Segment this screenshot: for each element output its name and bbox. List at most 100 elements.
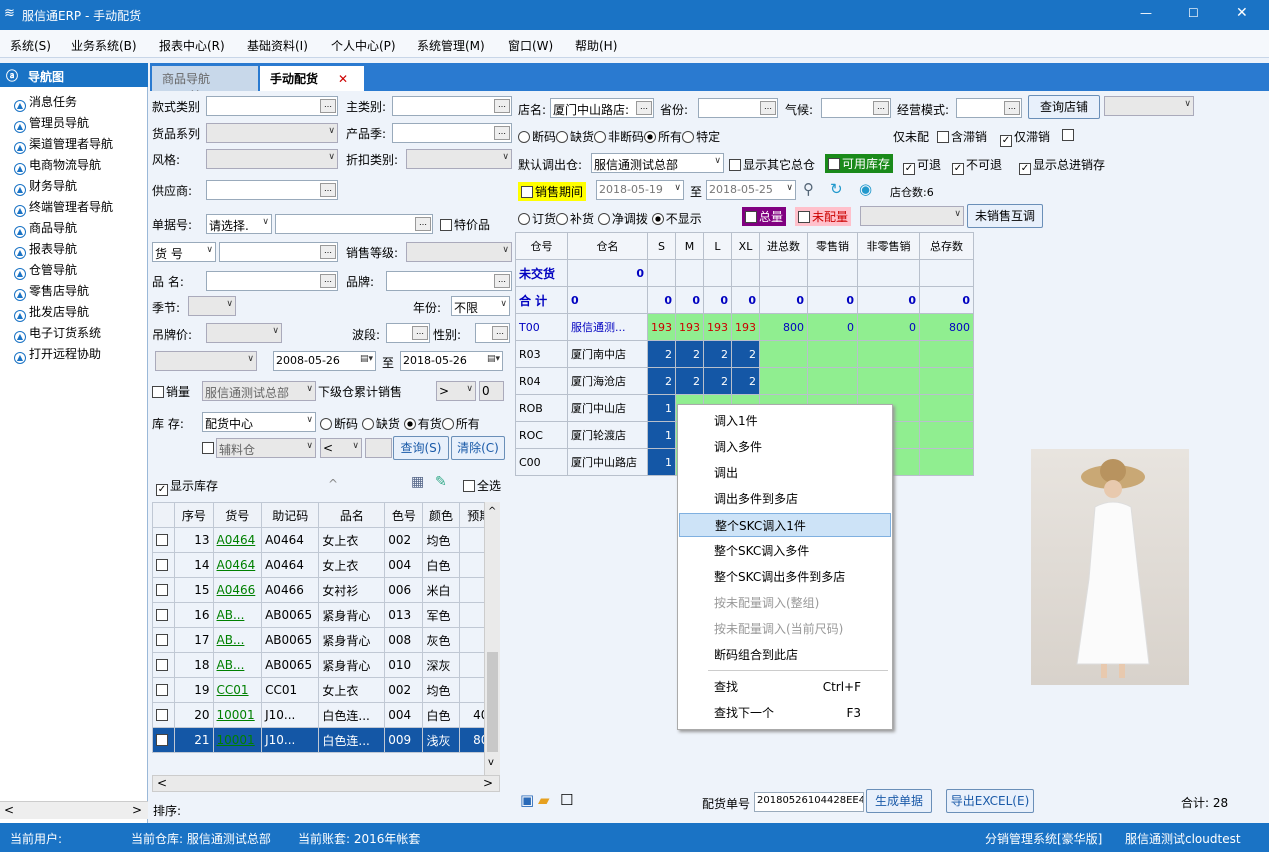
wave-field[interactable]: … <box>386 323 430 343</box>
cell[interactable] <box>759 259 808 287</box>
col-header[interactable]: 助记码 <box>261 502 320 528</box>
menu-personal[interactable]: 个人中心(P) <box>331 37 396 54</box>
tool-icon[interactable]: ▦ <box>411 474 424 490</box>
table-row[interactable]: 16AB...AB0065紧身背心013军色5 <box>151 602 501 628</box>
cell[interactable]: T00 <box>515 313 568 341</box>
sales-level-select[interactable]: ∨ <box>406 242 512 262</box>
supplier-field[interactable]: … <box>206 180 338 200</box>
style-cat-field[interactable]: … <box>206 96 338 116</box>
col-header[interactable]: 颜色 <box>422 502 460 528</box>
cell[interactable]: 2 <box>731 367 760 395</box>
refresh-icon[interactable]: ↻ <box>830 180 843 198</box>
goods-link[interactable]: A0464 <box>212 552 263 578</box>
aux-qty-field[interactable] <box>365 438 392 458</box>
minimize-button[interactable]: — <box>1140 6 1152 20</box>
cell[interactable]: 0 <box>703 286 732 314</box>
row-checkbox[interactable] <box>151 577 176 603</box>
cell[interactable]: 0 <box>919 286 974 314</box>
cell[interactable]: R04 <box>515 367 568 395</box>
cell[interactable]: 0 <box>807 286 858 314</box>
context-menu-item[interactable]: 查找 Ctrl+F <box>679 675 891 699</box>
returnable-checkbox[interactable]: ✓ 可退 <box>903 156 941 175</box>
table-row[interactable]: 2010001J10...白色连...004白色400 <box>151 702 501 728</box>
goods-link[interactable]: A0464 <box>212 527 263 553</box>
goods-link[interactable]: A0466 <box>212 577 263 603</box>
cell[interactable]: 2 <box>675 340 704 368</box>
tag-price-select[interactable]: ∨ <box>206 323 282 343</box>
context-menu-item[interactable]: 整个SKC调入多件 <box>679 539 891 563</box>
date-from-field[interactable]: 2008-05-26 ▤▾ <box>273 351 376 371</box>
ellipsis-icon[interactable]: … <box>494 99 510 113</box>
cell[interactable]: 800 <box>919 313 974 341</box>
menu-help[interactable]: 帮助(H) <box>575 37 617 54</box>
table-row[interactable]: T00 服信通测... 193 193 193 193 800 0 0 800 <box>515 313 974 341</box>
mode-radios[interactable]: 订货 补货 净调拨 不显示 <box>518 210 702 227</box>
cell[interactable] <box>919 394 974 422</box>
goods-link[interactable]: AB... <box>212 652 263 678</box>
ellipsis-icon[interactable]: … <box>320 99 336 113</box>
biz-mode-field[interactable]: … <box>956 98 1022 118</box>
nav-item[interactable]: ▲ 渠道管理者导航 <box>14 135 113 154</box>
cell[interactable] <box>857 259 920 287</box>
row-checkbox[interactable] <box>151 652 176 678</box>
date-type-select[interactable]: ∨ <box>155 351 257 371</box>
table-row[interactable]: 14A0464A0464女上衣004白色1 <box>151 552 501 578</box>
nav-item[interactable]: ▲ 终端管理者导航 <box>14 198 113 217</box>
cell[interactable]: 0 <box>857 286 920 314</box>
col-header[interactable]: 仓名 <box>567 232 648 260</box>
cell[interactable]: 2 <box>731 340 760 368</box>
province-field[interactable]: … <box>698 98 778 118</box>
cell[interactable]: 193 <box>675 313 704 341</box>
cell[interactable]: 2 <box>675 367 704 395</box>
nav-header[interactable]: ⓐ 导航图 <box>0 63 148 87</box>
cell[interactable]: 193 <box>731 313 760 341</box>
cell[interactable]: 未交货 <box>515 259 568 287</box>
sales-store-select[interactable]: 服信通测试总部 ∨ <box>202 381 316 401</box>
only-stagnant-checkbox[interactable]: ✓ 仅滞销 <box>1000 128 1050 147</box>
col-header[interactable]: 总存数 <box>919 232 974 260</box>
ellipsis-icon[interactable]: … <box>415 217 431 231</box>
scroll-left-icon[interactable]: < <box>4 803 14 817</box>
product-name-field[interactable]: … <box>206 271 338 291</box>
cell[interactable]: 厦门南中店 <box>567 340 648 368</box>
menu-reports[interactable]: 报表中心(R) <box>159 37 225 54</box>
cell[interactable] <box>919 340 974 368</box>
aux-checkbox[interactable] <box>202 441 216 455</box>
goods-series-select[interactable]: ∨ <box>206 123 338 143</box>
sales-qty-field[interactable]: 0 <box>479 381 504 401</box>
default-wh-select[interactable]: 服信通测试总部 ∨ <box>591 153 724 173</box>
export-button[interactable]: 导出EXCEL(E) <box>946 789 1034 813</box>
row-checkbox[interactable] <box>151 702 176 728</box>
col-header[interactable]: 仓号 <box>515 232 568 260</box>
goods-link[interactable]: AB... <box>212 627 263 653</box>
nav-item[interactable]: ▲ 商品导航 <box>14 219 77 238</box>
open-folder-icon[interactable]: ▰ <box>538 791 550 809</box>
avail-stock-checkbox[interactable]: 可用库存 <box>825 154 894 173</box>
ellipsis-icon[interactable]: … <box>760 101 776 115</box>
nav-item[interactable]: ▲ 报表导航 <box>14 240 77 259</box>
cell[interactable]: 合 计 <box>515 286 568 314</box>
compare-select-2[interactable]: < ∨ <box>320 438 362 458</box>
nav-item[interactable]: ▲ 零售店导航 <box>14 282 89 301</box>
cell[interactable]: 0 <box>857 313 920 341</box>
col-header[interactable]: 色号 <box>384 502 424 528</box>
cell[interactable]: R03 <box>515 340 568 368</box>
row-checkbox[interactable] <box>151 627 176 653</box>
table-row[interactable]: 未交货 0 <box>515 259 974 287</box>
context-menu-item[interactable]: 调入多件 <box>679 435 891 459</box>
cell[interactable]: 厦门中山路店 <box>567 448 648 476</box>
grid-vscrollbar[interactable]: ^ v <box>484 502 500 775</box>
mode-select[interactable]: ∨ <box>860 206 964 226</box>
maximize-button[interactable]: ☐ <box>1188 6 1199 20</box>
edit-icon[interactable]: ✎ <box>435 474 447 490</box>
row-checkbox[interactable] <box>151 602 176 628</box>
nav-item[interactable]: ▲ 管理员导航 <box>14 114 89 133</box>
cell[interactable]: 0 <box>759 286 808 314</box>
show-other-checkbox[interactable]: 显示其它总仓 <box>729 156 815 173</box>
overall-checkbox[interactable]: 总量 <box>742 207 787 226</box>
nav-item[interactable]: ▲ 仓管导航 <box>14 261 77 280</box>
ellipsis-icon[interactable]: … <box>494 274 510 288</box>
nav-item[interactable]: ▲ 打开远程协助 <box>14 345 101 364</box>
ellipsis-icon[interactable]: … <box>320 245 336 259</box>
col-header[interactable]: XL <box>731 232 760 260</box>
